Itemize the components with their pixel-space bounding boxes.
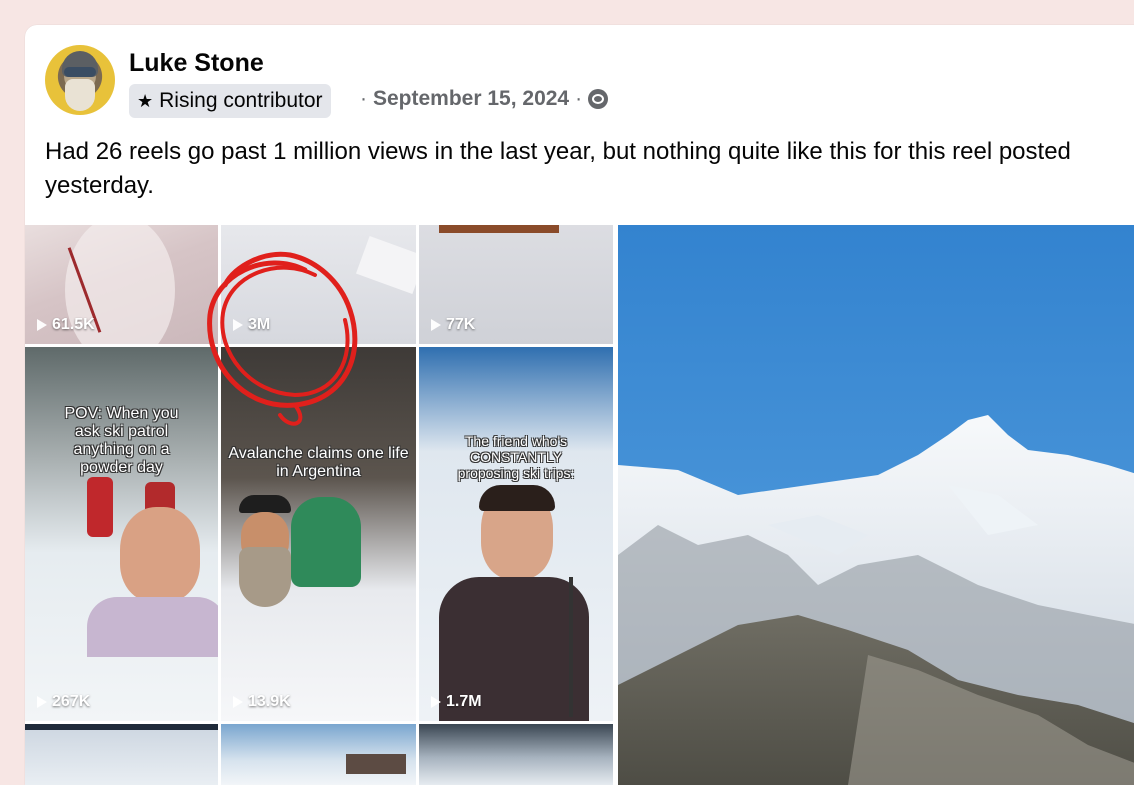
reel-thumbnail[interactable]: 77K bbox=[419, 225, 613, 344]
mountain-photo[interactable] bbox=[618, 225, 1134, 785]
view-count: 13.9K bbox=[233, 693, 291, 711]
reel-thumbnail[interactable]: 61.5K bbox=[25, 225, 218, 344]
reel-thumbnail[interactable] bbox=[419, 724, 613, 785]
post-text: Had 26 reels go past 1 million views in … bbox=[45, 138, 1071, 199]
reel-thumbnail[interactable] bbox=[221, 724, 416, 785]
star-icon: ★ bbox=[137, 90, 154, 111]
play-icon bbox=[233, 696, 243, 708]
view-count: 1.7M bbox=[431, 693, 482, 711]
view-count: 77K bbox=[431, 316, 475, 334]
post-card: Luke Stone ★ Rising contributor · Septem… bbox=[25, 25, 1134, 785]
reel-thumbnail[interactable] bbox=[25, 724, 218, 785]
reel-thumbnail[interactable]: POV: When you ask ski patrol anything on… bbox=[25, 347, 218, 721]
reel-caption: POV: When you ask ski patrol anything on… bbox=[64, 405, 179, 476]
post-date[interactable]: September 15, 2024 bbox=[373, 87, 569, 111]
reel-thumbnail[interactable]: The friend who's CONSTANTLY proposing sk… bbox=[419, 347, 613, 721]
reels-grid-screenshot[interactable]: 61.5K 3M 77K POV: When you ask ski patro… bbox=[25, 225, 613, 785]
view-count: 61.5K bbox=[37, 316, 95, 334]
play-icon bbox=[431, 319, 441, 331]
avatar[interactable] bbox=[45, 45, 115, 115]
play-icon bbox=[431, 696, 441, 708]
meta-separator: · bbox=[575, 87, 583, 110]
play-icon bbox=[37, 696, 47, 708]
avatar-beard bbox=[65, 79, 95, 111]
view-count: 267K bbox=[37, 693, 90, 711]
friends-icon[interactable] bbox=[588, 89, 609, 109]
meta-separator: · bbox=[360, 87, 367, 110]
play-icon bbox=[37, 319, 47, 331]
reel-caption: The friend who's CONSTANTLY proposing sk… bbox=[457, 433, 575, 481]
post-meta: · September 15, 2024 · bbox=[360, 87, 609, 111]
person-face bbox=[120, 507, 200, 602]
avatar-goggles bbox=[64, 67, 96, 77]
author-name[interactable]: Luke Stone bbox=[129, 49, 264, 78]
badge-label: Rising contributor bbox=[159, 89, 323, 112]
mountain-illustration bbox=[618, 225, 1134, 785]
red-circle-annotation bbox=[207, 251, 358, 426]
reel-caption: Avalanche claims one life in Argentina bbox=[228, 445, 409, 480]
post-media[interactable]: 61.5K 3M 77K POV: When you ask ski patro… bbox=[25, 225, 1134, 785]
rising-contributor-badge[interactable]: ★ Rising contributor bbox=[129, 84, 331, 118]
